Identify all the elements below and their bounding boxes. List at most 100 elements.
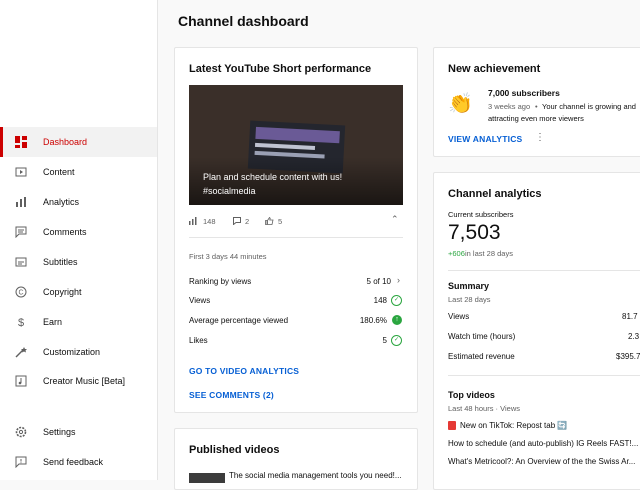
delta-period: in last 28 days xyxy=(465,249,513,258)
sidebar-item-subtitles[interactable]: Subtitles xyxy=(0,247,157,277)
short-thumbnail[interactable]: Plan and schedule content with us! #soci… xyxy=(189,85,403,205)
analytics-icon xyxy=(15,196,27,208)
collapse-chevron-icon[interactable]: ⌃ xyxy=(391,214,399,225)
sidebar-item-content[interactable]: Content xyxy=(0,157,157,187)
top-video-title[interactable]: How to schedule (and auto-publish) IG Re… xyxy=(448,439,638,448)
video-title[interactable]: The social media management tools you ne… xyxy=(229,471,402,480)
sidebar-item-analytics[interactable]: Analytics xyxy=(0,187,157,217)
sidebar-item-label: Analytics xyxy=(43,197,80,207)
achievement-description-line2: attracting even more viewers xyxy=(488,114,584,123)
earn-icon: $ xyxy=(15,316,27,329)
divider xyxy=(448,375,640,376)
thumbnail-caption: Plan and schedule content with us! #soci… xyxy=(203,172,343,196)
stat-label: Views xyxy=(189,296,211,305)
arrow-up-icon: ↑ xyxy=(392,315,402,325)
more-options-icon[interactable]: ⋮ xyxy=(535,132,545,143)
divider xyxy=(189,237,403,238)
like-icon xyxy=(265,216,274,227)
copyright-icon: C xyxy=(15,286,27,298)
comments-count: 2 xyxy=(245,217,250,226)
summary-title: Summary xyxy=(448,281,490,291)
latest-short-card: Latest YouTube Short performance Plan an… xyxy=(174,47,418,413)
sidebar-item-settings[interactable]: Settings xyxy=(0,417,157,447)
sidebar-item-label: Creator Music [Beta] xyxy=(43,376,126,386)
summary-period: Last 28 days xyxy=(448,295,491,304)
sidebar-item-label: Settings xyxy=(43,427,76,437)
stat-label: Average percentage viewed xyxy=(189,316,289,325)
creator-music-icon xyxy=(15,375,27,387)
top-videos-period: Last 48 hours · Views xyxy=(448,404,520,413)
customization-icon xyxy=(15,346,27,358)
divider xyxy=(448,270,640,271)
clapping-hands-icon: 👏 xyxy=(448,93,473,115)
subscriber-count: 7,503 xyxy=(448,221,501,244)
summary-value: 2.3 xyxy=(628,332,640,341)
channel-analytics-card: Channel analytics Current subscribers 7,… xyxy=(433,172,640,490)
sidebar-item-dashboard[interactable]: Dashboard xyxy=(0,127,157,157)
subscriber-delta: +606 xyxy=(448,249,465,258)
go-to-video-analytics-link[interactable]: GO TO VIDEO ANALYTICS xyxy=(189,366,299,376)
sidebar-item-label: Subtitles xyxy=(43,257,78,267)
likes-count: 5 xyxy=(278,217,283,226)
top-videos-title: Top videos xyxy=(448,390,495,400)
top-video-title[interactable]: New on TikTok: Repost tab 🔄 xyxy=(460,421,567,430)
current-subscribers-label: Current subscribers xyxy=(448,210,514,219)
stat-label: Likes xyxy=(189,336,208,345)
stat-value: 180.6% xyxy=(359,316,387,325)
check-icon: ✓ xyxy=(391,335,402,346)
content-icon xyxy=(15,166,27,178)
achievement-time: 3 weeks ago xyxy=(488,102,531,111)
achievement-description: Your channel is growing and xyxy=(542,102,636,111)
summary-label: Watch time (hours) xyxy=(448,332,516,341)
sidebar-item-earn[interactable]: $ Earn xyxy=(0,307,157,337)
sidebar-item-label: Copyright xyxy=(43,287,82,297)
sidebar-item-send-feedback[interactable]: Send feedback xyxy=(0,447,157,477)
views-icon xyxy=(189,217,197,227)
sidebar: Dashboard Content Analytics Comments Sub… xyxy=(0,0,158,480)
top-video-title[interactable]: What's Metricool?: An Overview of the th… xyxy=(448,457,635,466)
comment-icon xyxy=(233,217,241,227)
sidebar-item-comments[interactable]: Comments xyxy=(0,217,157,247)
sidebar-item-label: Content xyxy=(43,167,75,177)
sidebar-item-label: Send feedback xyxy=(43,457,104,467)
summary-label: Estimated revenue xyxy=(448,352,515,361)
subtitles-icon xyxy=(15,256,27,268)
sidebar-item-label: Earn xyxy=(43,317,63,327)
sidebar-item-creator-music[interactable]: Creator Music [Beta] xyxy=(0,366,157,396)
milestone-text: 7,000 subscribers xyxy=(488,88,560,98)
check-icon: ✓ xyxy=(391,295,402,306)
video-thumbnail[interactable] xyxy=(189,473,225,483)
stat-value: 148 xyxy=(373,296,387,305)
feedback-icon xyxy=(15,456,27,469)
dashboard-icon xyxy=(15,136,27,148)
published-videos-card: Published videos The social media manage… xyxy=(174,428,418,490)
card-title: New achievement xyxy=(448,63,541,75)
see-comments-link[interactable]: SEE COMMENTS (2) xyxy=(189,390,274,400)
period-text: First 3 days 44 minutes xyxy=(189,252,267,261)
sidebar-item-customization[interactable]: Customization xyxy=(0,337,157,367)
views-count: 148 xyxy=(203,217,216,226)
stat-label: Ranking by views xyxy=(189,277,252,286)
page-title: Channel dashboard xyxy=(178,13,309,29)
achievement-card: New achievement 👏 7,000 subscribers 3 we… xyxy=(433,47,640,157)
card-title: Published videos xyxy=(189,444,280,456)
settings-icon xyxy=(15,426,27,438)
svg-text:C: C xyxy=(18,290,23,297)
card-title: Latest YouTube Short performance xyxy=(189,63,372,75)
summary-label: Views xyxy=(448,312,470,321)
summary-value: $395.7 xyxy=(616,352,640,361)
stat-value: 5 xyxy=(382,336,387,345)
svg-text:$: $ xyxy=(18,317,24,328)
chevron-right-icon[interactable]: › xyxy=(397,275,400,285)
sidebar-item-label: Comments xyxy=(43,227,87,237)
sidebar-item-label: Customization xyxy=(43,347,101,357)
comments-icon xyxy=(15,226,27,239)
pin-icon xyxy=(448,421,456,430)
summary-value: 81.7 xyxy=(622,312,638,321)
separator: • xyxy=(535,102,538,111)
sidebar-item-label: Dashboard xyxy=(43,137,88,147)
sidebar-item-copyright[interactable]: C Copyright xyxy=(0,277,157,307)
view-analytics-link[interactable]: VIEW ANALYTICS xyxy=(448,134,522,144)
stat-value: 5 of 10 xyxy=(366,277,391,286)
card-title: Channel analytics xyxy=(448,188,542,200)
